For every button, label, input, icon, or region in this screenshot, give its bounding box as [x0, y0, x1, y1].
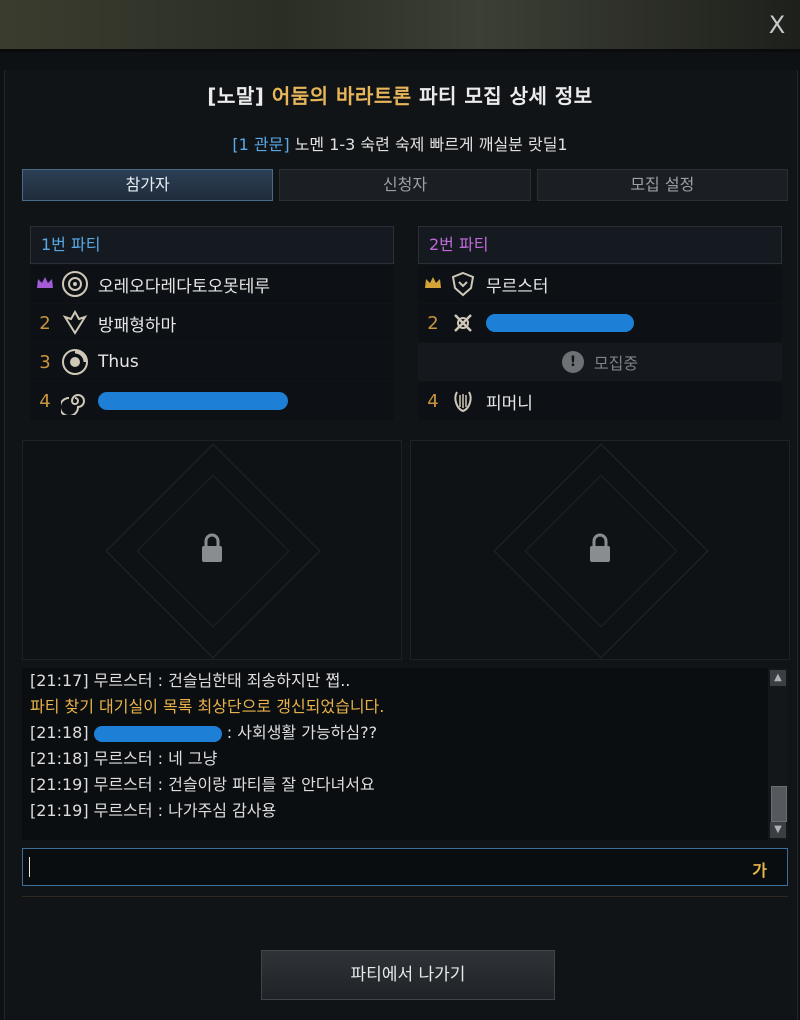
emblem-wheel-icon: [60, 269, 90, 299]
chat-scrollbar[interactable]: ▲ ▼: [768, 668, 788, 840]
chat-line: [21:19] 무르스터 : 건슬이랑 파티를 잘 안다녀서요: [30, 775, 375, 794]
party-2-title: 2번 파티: [418, 226, 782, 264]
raid-name: 어둠의 바라트론: [271, 84, 412, 108]
chat-line: [21:18] 무르스터 : 네 그냥: [30, 749, 218, 768]
party-1-title: 1번 파티: [30, 226, 394, 264]
text-caret: [29, 857, 30, 877]
slot-number: 3: [39, 351, 51, 373]
emblem-spiral-icon: [60, 386, 90, 416]
leader-crown-icon: [418, 274, 448, 295]
lock-icon: [587, 532, 613, 568]
member-name: 무르스터: [486, 276, 549, 297]
locked-party-slot-left: [22, 440, 402, 660]
divider: [22, 896, 788, 897]
chat-line: [21:19] 무르스터 : 나가주심 감사용: [30, 801, 277, 820]
redacted-name: [486, 314, 634, 332]
member-name: Thus: [98, 352, 139, 372]
leave-party-button[interactable]: 파티에서 나가기: [261, 950, 555, 1000]
party-2-recruiting-slot[interactable]: ! 모집중: [418, 343, 782, 381]
slot-number: 2: [39, 312, 51, 334]
party-1-member-3[interactable]: 3 Thus: [30, 343, 394, 381]
emblem-wheel-icon: [60, 347, 90, 377]
slot-number: 2: [427, 312, 439, 334]
party-2-member-4[interactable]: 4 피머니: [418, 382, 782, 420]
emblem-lyre-icon: [448, 386, 478, 416]
recruit-text: 노멘 1-3 숙련 숙제 빠르게 깨실분 랏딜1: [294, 135, 568, 154]
chat-log[interactable]: [21:17] 무르스터 : 건슬님한태 죄송하지만 쩝.. 파티 찾기 대기실…: [22, 668, 768, 840]
scroll-thumb[interactable]: [771, 786, 787, 822]
party-2-member-2[interactable]: 2: [418, 304, 782, 342]
chat-line: [21:18] : 사회생활 가능하심??: [30, 720, 768, 746]
party-1-member-4[interactable]: 4: [30, 382, 394, 420]
tab-recruit-settings[interactable]: 모집 설정: [536, 169, 788, 201]
recruit-description: [1 관문] 노멘 1-3 숙련 숙제 빠르게 깨실분 랏딜1: [0, 131, 800, 155]
tab-participants[interactable]: 참가자: [22, 169, 274, 201]
chat-system-line: 파티 찾기 대기실이 목록 최상단으로 갱신되었습니다.: [30, 697, 385, 716]
party-1-member-2[interactable]: 2 방패형하마: [30, 304, 394, 342]
member-name: 오레오다레다토오못테루: [98, 276, 271, 297]
leader-crown-icon: [30, 274, 60, 295]
difficulty-tag: [노말]: [207, 84, 265, 108]
emblem-wings-icon: [60, 308, 90, 338]
redacted-name: [93, 725, 222, 742]
recruiting-label: 모집중: [593, 354, 639, 373]
scroll-up-icon[interactable]: ▲: [770, 670, 786, 686]
gate-tag: [1 관문]: [232, 135, 290, 154]
party-1-member-1[interactable]: 오레오다레다토오못테루: [30, 265, 394, 303]
emblem-shield-icon: [448, 269, 478, 299]
party-2-member-1[interactable]: 무르스터: [418, 265, 782, 303]
party-2: 2번 파티 무르스터 2 ! 모집중 4 피머니: [418, 226, 782, 420]
close-button[interactable]: X: [764, 12, 790, 38]
tab-bar: 참가자 신청자 모집 설정: [22, 169, 788, 201]
slot-number: 4: [39, 390, 51, 412]
emblem-cross-icon: [448, 308, 478, 338]
scroll-down-icon[interactable]: ▼: [770, 822, 786, 838]
member-name: 피머니: [486, 393, 533, 414]
exclamation-icon: !: [561, 351, 584, 373]
chat-input[interactable]: 가: [22, 848, 788, 886]
lock-icon: [199, 532, 225, 568]
chat-timestamp: [21:18]: [30, 723, 89, 742]
member-name: 방패형하마: [98, 315, 177, 336]
party-1: 1번 파티 오레오다레다토오못테루 2 방패형하마 3 Thus 4: [30, 226, 394, 420]
dialog-title: [노말] 어둠의 바라트론 파티 모집 상세 정보: [0, 80, 800, 109]
redacted-name: [98, 392, 288, 410]
slot-number: 4: [427, 390, 439, 412]
ime-indicator[interactable]: 가: [752, 857, 767, 881]
background-scene: [0, 0, 800, 52]
tab-applicants[interactable]: 신청자: [279, 169, 531, 201]
locked-party-slot-right: [410, 440, 790, 660]
title-suffix: 파티 모집 상세 정보: [419, 84, 593, 108]
chat-message: : 사회생활 가능하심??: [226, 723, 378, 742]
chat-line: [21:17] 무르스터 : 건슬님한태 죄송하지만 쩝..: [30, 671, 351, 690]
